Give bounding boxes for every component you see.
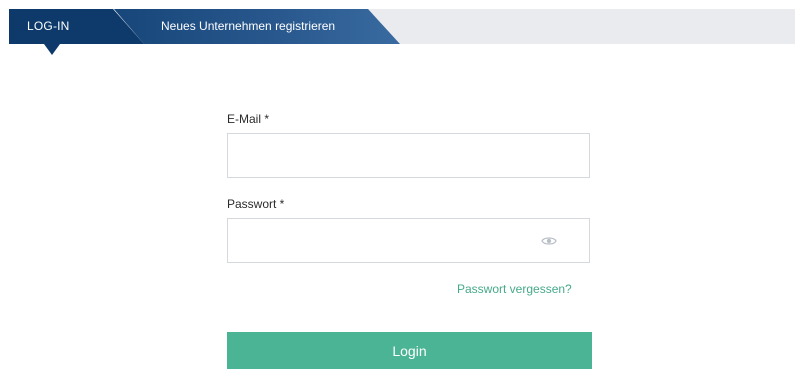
tab-login-label[interactable]: LOG-IN (27, 9, 70, 44)
password-label: Passwort * (227, 197, 285, 211)
tab-register-label[interactable]: Neues Unternehmen registrieren (161, 9, 335, 44)
email-field[interactable] (227, 133, 590, 178)
active-tab-indicator (44, 44, 60, 55)
login-button[interactable]: Login (227, 332, 592, 369)
forgot-password-link[interactable]: Passwort vergessen? (457, 282, 572, 296)
eye-icon[interactable] (541, 234, 557, 246)
email-label: E-Mail * (227, 112, 270, 126)
password-field[interactable] (227, 218, 590, 263)
login-page: Neues Unternehmen registrieren LOG-IN E-… (0, 0, 795, 369)
